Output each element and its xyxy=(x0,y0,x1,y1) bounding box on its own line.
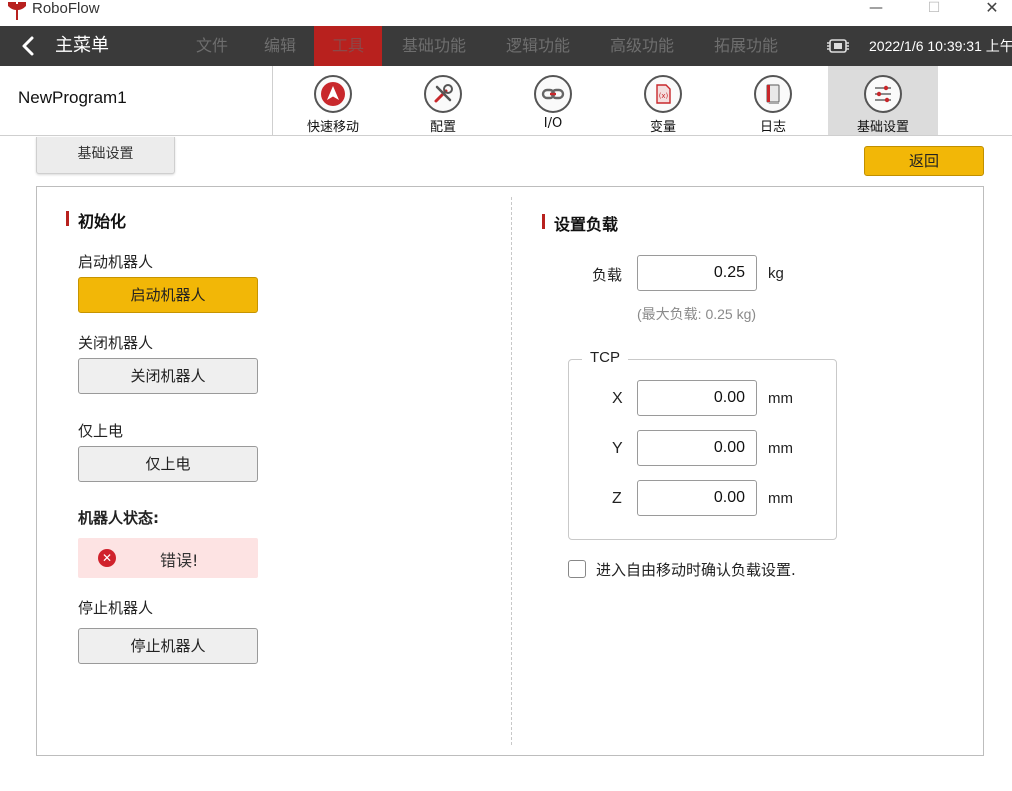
main-menu-bar: 主菜单 文件 编辑 工具 基础功能 逻辑功能 高级功能 拓展功能 2022/1/… xyxy=(0,26,1012,66)
tool-basic-settings[interactable]: 基础设置 xyxy=(828,66,938,135)
back-button[interactable]: 返回 xyxy=(864,146,984,176)
panel-divider xyxy=(511,197,512,745)
program-name: NewProgram1 xyxy=(18,88,127,107)
tool-quick-move[interactable]: 快速移动 xyxy=(278,66,388,135)
tool-config[interactable]: 配置 xyxy=(388,66,498,135)
minimize-button[interactable]: — xyxy=(866,0,886,18)
power-only-button[interactable]: 仅上电 xyxy=(78,446,258,482)
menu-logic-functions[interactable]: 逻辑功能 xyxy=(490,26,586,66)
robot-status-text: 错误! xyxy=(160,551,199,570)
io-link-icon xyxy=(541,88,565,100)
close-window-button[interactable]: ✕ xyxy=(982,0,1002,18)
main-menu-title[interactable]: 主菜单 xyxy=(55,35,109,57)
menu-tools[interactable]: 工具 xyxy=(314,26,382,66)
tool-label: 日志 xyxy=(759,120,786,135)
start-robot-label: 启动机器人 xyxy=(78,253,154,271)
menu-extension-functions[interactable]: 拓展功能 xyxy=(698,26,794,66)
datetime-display: 2022/1/6 10:39:31 上午 xyxy=(869,38,1012,54)
config-tools-icon xyxy=(434,84,453,103)
tool-toolbar: NewProgram1 快速移动 配置 I/O (x) 变量 日志 基础设置 xyxy=(0,66,1012,136)
start-robot-button[interactable]: 启动机器人 xyxy=(78,277,258,313)
tcp-x-unit: mm xyxy=(768,390,793,407)
robot-status-badge: ✕ 错误! xyxy=(78,538,258,578)
tcp-z-input[interactable]: 0.00 xyxy=(637,480,757,516)
menu-file[interactable]: 文件 xyxy=(179,26,245,66)
variable-icon: (x) xyxy=(656,84,671,104)
menu-basic-functions[interactable]: 基础功能 xyxy=(386,26,482,66)
sliders-icon xyxy=(875,85,891,103)
stop-robot-label: 停止机器人 xyxy=(78,599,154,617)
confirm-payload-label[interactable]: 进入自由移动时确认负载设置. xyxy=(596,559,796,580)
tool-label: 快速移动 xyxy=(306,120,359,135)
tool-label: 基础设置 xyxy=(856,120,909,135)
tab-basic-settings[interactable]: 基础设置 xyxy=(36,137,175,174)
init-section-title: 初始化 xyxy=(66,208,126,232)
roboflow-logo-icon xyxy=(8,2,26,20)
power-off-button[interactable]: 关闭机器人 xyxy=(78,358,258,394)
power-only-label: 仅上电 xyxy=(78,422,124,440)
toolbar-divider xyxy=(272,66,273,136)
payload-section-title: 设置负载 xyxy=(542,211,618,235)
max-payload-hint: (最大负载: 0.25 kg) xyxy=(637,306,757,322)
tcp-x-label: X xyxy=(612,390,623,407)
menu-edit[interactable]: 编辑 xyxy=(247,26,313,66)
payload-unit: kg xyxy=(768,265,784,282)
app-title: RoboFlow xyxy=(32,0,100,17)
back-arrow-icon[interactable] xyxy=(18,35,38,57)
tcp-y-input[interactable]: 0.00 xyxy=(637,430,757,466)
tcp-z-unit: mm xyxy=(768,490,793,507)
window-titlebar: RoboFlow — ☐ ✕ xyxy=(0,0,1012,26)
settings-panel: 初始化 启动机器人 启动机器人 关闭机器人 关闭机器人 仅上电 仅上电 机器人状… xyxy=(36,186,984,756)
quick-move-icon xyxy=(321,82,345,106)
tool-log[interactable]: 日志 xyxy=(718,66,828,135)
tool-variables[interactable]: (x) 变量 xyxy=(608,66,718,135)
maximize-button[interactable]: ☐ xyxy=(924,0,944,18)
tcp-legend: TCP xyxy=(582,349,628,366)
menu-advanced-functions[interactable]: 高级功能 xyxy=(594,26,690,66)
robot-status-label: 机器人状态: xyxy=(78,509,159,527)
tool-io[interactable]: I/O xyxy=(498,66,608,135)
log-book-icon xyxy=(766,84,780,104)
tcp-y-label: Y xyxy=(612,440,623,457)
confirm-payload-checkbox[interactable] xyxy=(568,560,586,578)
tool-label: 配置 xyxy=(429,120,456,135)
svg-text:(x): (x) xyxy=(659,92,669,100)
payload-label: 负载 xyxy=(592,266,623,284)
tcp-z-label: Z xyxy=(612,490,622,507)
tcp-x-input[interactable]: 0.00 xyxy=(637,380,757,416)
tool-label: I/O xyxy=(543,116,563,131)
error-icon: ✕ xyxy=(98,549,116,567)
chip-icon[interactable] xyxy=(824,36,852,56)
stop-robot-button[interactable]: 停止机器人 xyxy=(78,628,258,664)
tcp-y-unit: mm xyxy=(768,440,793,457)
tool-label: 变量 xyxy=(649,120,676,135)
power-off-label: 关闭机器人 xyxy=(78,334,154,352)
payload-input[interactable]: 0.25 xyxy=(637,255,757,291)
